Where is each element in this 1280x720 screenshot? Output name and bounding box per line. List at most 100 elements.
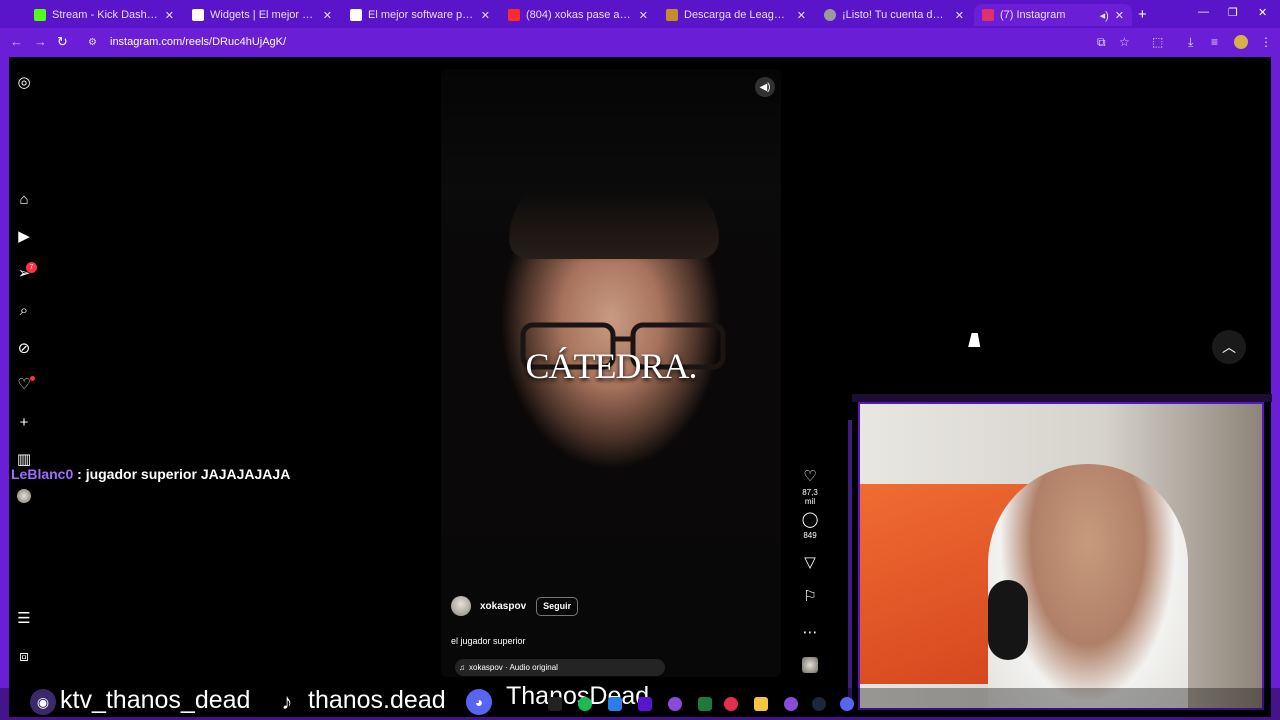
tab-widgets[interactable]: Widgets | El mejor software pa ✕ [184,4,340,26]
tiktok-logo-icon: ♪ [281,689,293,714]
close-tab-icon[interactable]: ✕ [165,9,174,22]
music-note-icon: ♫ [459,663,465,672]
heart-icon[interactable]: ♡ [803,468,816,485]
forward-icon[interactable]: → [34,34,47,49]
author-avatar[interactable] [451,596,471,616]
explore-icon[interactable]: ⊘ [15,339,33,357]
kick-favicon-icon [34,9,46,21]
reels-icon[interactable]: ▶ [15,227,33,245]
widgets-favicon-icon [192,9,204,21]
instagram-favicon-icon [982,9,994,21]
reel-caption-overlay: CÁTEDRA. [525,346,698,386]
kick-logo-icon: ◉ [30,689,56,715]
comment-action[interactable]: ◯ 849 [799,510,821,540]
tab-software[interactable]: El mejor software para potencia ✕ [342,4,498,26]
taskbar-app-icon[interactable] [638,697,652,711]
reel-audio[interactable]: ♫ xokaspov · Audio original [455,659,665,676]
taskbar-chrome-icon[interactable] [578,697,592,711]
tab-strip: Stream - Kick Dashboard ✕ Widgets | El m… [0,0,1280,28]
share-icon[interactable]: ▽ [804,554,816,571]
reload-icon[interactable]: ↻ [57,34,68,50]
notification-dot [30,376,35,381]
close-tab-icon[interactable]: ✕ [955,9,964,22]
taskbar-app-icon[interactable] [668,697,682,711]
home-icon[interactable]: ⌂ [15,190,33,208]
profile-avatar[interactable] [1234,35,1248,49]
audio-label: xokaspov · Audio original [469,663,558,672]
close-tab-icon[interactable]: ✕ [1115,9,1124,22]
taskbar-excel-icon[interactable] [698,697,712,711]
address-bar[interactable]: ⚙ instagram.com/reels/DRuc4hUjAgK/ [80,31,1090,53]
more-options-icon[interactable]: ⋯ [803,624,818,641]
comment-count: 849 [803,531,817,540]
software-favicon-icon [350,9,362,21]
taskbar-folder-icon[interactable] [754,697,768,711]
webcam-frame-top [852,394,1272,402]
restore-icon[interactable]: ❐ [1228,6,1238,19]
taskbar-app-icon[interactable] [548,697,562,711]
instagram-icon[interactable]: ◎ [15,73,33,91]
tab-kick-dashboard[interactable]: Stream - Kick Dashboard ✕ [26,4,182,26]
stream-chat-message: LeBlanc0 : jugador superior JAJAJAJAJA [11,466,290,482]
close-window-icon[interactable]: ✕ [1258,6,1267,19]
profile-avatar[interactable] [17,489,31,503]
also-from-meta-icon[interactable]: ⧈ [15,647,33,665]
discord-logo-icon: ◕ [466,689,492,715]
taskbar-steam-icon[interactable] [812,697,826,711]
previous-reel-button[interactable]: ︿ [1212,330,1246,364]
downloads-icon[interactable]: ⤓ [1188,35,1193,50]
riot-account-favicon-icon [824,9,836,21]
tiktok-handle: thanos.dead [308,686,446,714]
extensions-icon[interactable]: ⬚ [1152,35,1163,49]
minimize-icon[interactable]: — [1198,6,1209,18]
close-tab-icon[interactable]: ✕ [639,9,648,22]
close-tab-icon[interactable]: ✕ [323,9,332,22]
url-text: instagram.com/reels/DRuc4hUjAgK/ [110,36,287,48]
menu-icon[interactable]: ☰ [15,609,33,627]
browser-toolbar: ← → ↻ ⚙ instagram.com/reels/DRuc4hUjAgK/… [0,28,1280,56]
tab-label: (7) Instagram [1000,9,1066,21]
back-icon[interactable]: ← [10,34,23,49]
search-icon[interactable]: ⌕ [15,301,33,319]
tab-youtube[interactable]: (804) xokas pase a radhan - Yo ✕ [500,4,656,26]
chevron-up-icon: ︿ [1222,339,1236,355]
new-tab-button[interactable]: + [1138,6,1147,23]
author-name[interactable]: xokaspov [480,601,526,612]
more-action[interactable]: ⋯ [799,623,821,642]
like-action[interactable]: ♡ 87,3 mil [799,467,821,506]
tab-search-icon[interactable]: ≡ [1211,35,1218,49]
messages-badge: 7 [26,262,37,273]
tab-riot-account[interactable]: ¡Listo! Tu cuenta de Riot ya est ✕ [816,4,972,26]
follow-button[interactable]: Seguir [536,596,579,616]
reel-author: xokaspov Seguir [451,596,579,616]
mouse-cursor-icon [968,333,984,347]
kick-handle: ktv_thanos_dead [60,686,251,714]
youtube-favicon-icon [508,9,520,21]
create-icon[interactable]: + [15,413,33,431]
speaker-icon[interactable]: ◂) [1100,9,1109,22]
tab-league-download[interactable]: Descarga de League of Legend ✕ [658,4,814,26]
close-tab-icon[interactable]: ✕ [481,9,490,22]
riot-favicon-icon [666,9,678,21]
save-action[interactable]: ⚐ [799,587,821,606]
chat-text: : jugador superior JAJAJAJAJA [77,466,291,482]
audio-thumbnail[interactable] [802,657,818,673]
microphone [988,580,1028,660]
close-tab-icon[interactable]: ✕ [797,9,806,22]
chat-username: LeBlanc0 [11,466,74,482]
bookmark-star-icon[interactable]: ☆ [1119,35,1130,49]
comment-icon[interactable]: ◯ [802,511,819,528]
bookmark-icon[interactable]: ⚐ [803,588,816,605]
taskbar-app-icon[interactable] [608,697,622,711]
install-app-icon[interactable]: ⧉ [1097,35,1106,50]
tab-instagram[interactable]: (7) Instagram ◂) ✕ [974,4,1132,26]
site-info-icon[interactable]: ⚙ [88,37,102,48]
reel-video[interactable]: CÁTEDRA. ◀) xokaspov Seguir el jugador s… [441,69,781,677]
share-action[interactable]: ▽ [799,553,821,572]
sound-toggle-icon[interactable]: ◀) [755,77,775,97]
taskbar-opera-icon[interactable] [724,697,738,711]
browser-menu-icon[interactable]: ⋮ [1260,35,1272,49]
taskbar-app-icon[interactable] [784,697,798,711]
taskbar-discord-icon[interactable] [840,697,854,711]
tab-label: Descarga de League of Legend [684,9,791,21]
